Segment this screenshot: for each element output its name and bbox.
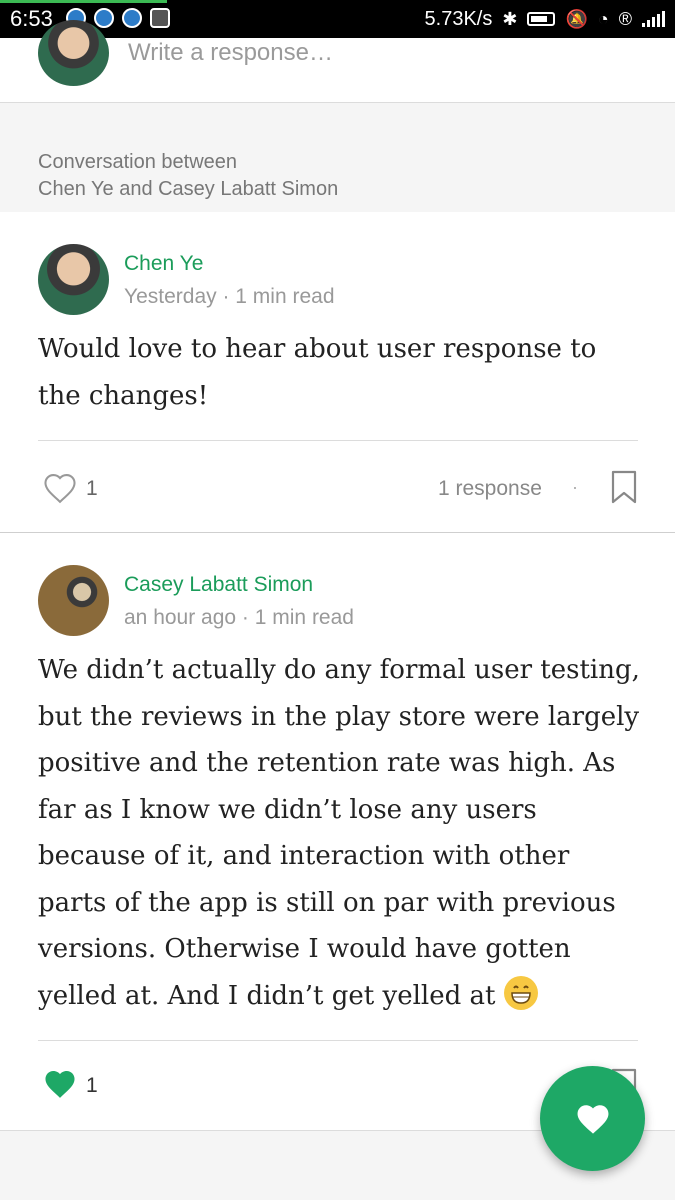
status-progress-indicator	[0, 0, 167, 3]
heart-icon	[577, 1104, 608, 1134]
divider	[38, 1040, 638, 1041]
like-count: 1	[86, 1074, 98, 1097]
wifi-icon: ◔	[597, 9, 609, 29]
conversation-title-line2: Chen Ye and Casey Labatt Simon	[38, 178, 339, 200]
conversation-title-line1: Conversation between	[38, 151, 238, 173]
post-meta: Yesterday · 1 min read	[124, 285, 335, 308]
author-avatar[interactable]	[38, 565, 109, 636]
author-name[interactable]: Casey Labatt Simon	[124, 573, 313, 597]
grinning-face-icon	[503, 975, 538, 1010]
response-body-text: We didn’t actually do any formal user te…	[38, 655, 640, 1011]
mute-icon: 🔕	[565, 9, 588, 29]
notification-icon	[122, 8, 142, 28]
author-name[interactable]: Chen Ye	[124, 252, 203, 276]
bluetooth-icon: ✱	[502, 9, 518, 29]
registered-icon: ®	[618, 9, 632, 29]
response-card: Casey Labatt Simon an hour ago · 1 min r…	[0, 533, 675, 1130]
screenshot-icon	[150, 8, 170, 28]
status-right: 5.73K/s ✱ 🔕 ◔ ®	[425, 5, 665, 33]
response-input[interactable]: Write a response…	[128, 38, 333, 68]
signal-icon	[642, 11, 665, 27]
responses-link[interactable]: 1 response	[438, 477, 542, 501]
author-avatar[interactable]	[38, 244, 109, 315]
post-meta: an hour ago · 1 min read	[124, 606, 354, 629]
divider	[38, 440, 638, 441]
like-count: 1	[86, 477, 98, 500]
conversation-title: Conversation between Chen Ye and Casey L…	[38, 149, 338, 203]
notification-icon	[94, 8, 114, 28]
response-body[interactable]: Would love to hear about user response t…	[38, 326, 643, 419]
response-bar[interactable]: Write a response…	[0, 20, 675, 102]
heart-filled-icon[interactable]	[42, 1068, 78, 1100]
status-time: 6:53	[10, 6, 53, 31]
separator-dot: ·	[572, 477, 578, 497]
recommend-fab-button[interactable]	[540, 1066, 645, 1171]
network-speed: 5.73K/s	[424, 8, 493, 30]
current-user-avatar	[38, 20, 109, 86]
heart-outline-icon[interactable]	[42, 472, 78, 504]
bookmark-icon[interactable]	[611, 470, 637, 504]
response-card: Chen Ye Yesterday · 1 min read Would lov…	[0, 212, 675, 532]
battery-icon	[527, 12, 556, 26]
conversation-header: Conversation between Chen Ye and Casey L…	[0, 103, 675, 212]
response-body[interactable]: We didn’t actually do any formal user te…	[38, 647, 643, 1019]
